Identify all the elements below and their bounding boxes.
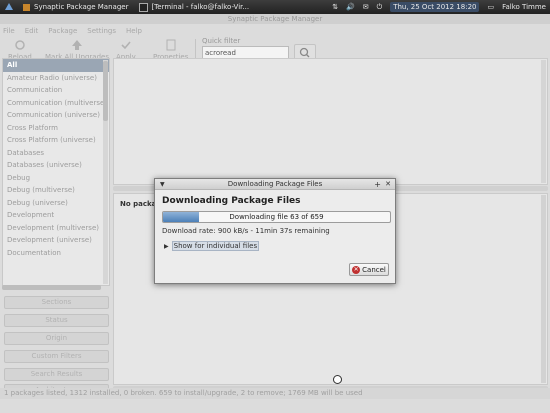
app-menu-icon[interactable] [3, 1, 15, 13]
section-item[interactable]: Cross Platform [3, 122, 109, 135]
quick-filter-label: Quick filter [202, 37, 241, 45]
mail-icon[interactable]: ✉ [363, 3, 369, 11]
section-item[interactable]: Communication (universe) [3, 109, 109, 122]
section-item[interactable]: Databases (universe) [3, 159, 109, 172]
download-rate: Download rate: 900 kB/s - 11min 37s rema… [162, 227, 330, 235]
section-item[interactable]: Debug (multiverse) [3, 184, 109, 197]
progress-text: Downloading file 63 of 659 [229, 213, 324, 221]
properties-icon [165, 39, 177, 51]
menu-edit[interactable]: Edit [25, 27, 39, 35]
section-item[interactable]: Debug [3, 172, 109, 185]
sections-list[interactable]: All Amateur Radio (universe) Communication… [2, 58, 110, 286]
section-item-selected[interactable]: All [3, 59, 109, 72]
clock[interactable]: Thu, 25 Oct 2012 18:20 [390, 2, 480, 12]
dialog-heading: Downloading Package Files [162, 196, 301, 206]
download-progress-bar: Downloading file 63 of 659 [162, 211, 391, 223]
cancel-button[interactable]: ✕ Cancel [349, 263, 389, 276]
section-item[interactable]: Development (universe) [3, 234, 109, 247]
power-icon[interactable]: ⏻ [377, 3, 383, 12]
status-button[interactable]: Status [4, 314, 109, 327]
menu-file[interactable]: File [3, 27, 15, 35]
workspace-icon[interactable]: ▭ [487, 3, 494, 11]
origin-button[interactable]: Origin [4, 332, 109, 345]
sections-button[interactable]: Sections [4, 296, 109, 309]
system-tray: ⇅ 🔊 ✉ ⏻ Thu, 25 Oct 2012 18:20 ▭ Falko T… [328, 0, 550, 14]
network-icon[interactable]: ⇅ [332, 3, 338, 11]
top-panel: Synaptic Package Manager [Terminal - fal… [0, 0, 550, 14]
description-scrollbar[interactable] [541, 195, 546, 383]
section-item[interactable]: Amateur Radio (universe) [3, 72, 109, 85]
busy-cursor [333, 375, 342, 384]
menubar: File Edit Package Settings Help [0, 24, 550, 37]
sidebar-hscrollbar[interactable] [2, 285, 101, 290]
apply-icon [120, 39, 132, 51]
section-item[interactable]: Development (multiverse) [3, 222, 109, 235]
section-item[interactable]: Development [3, 209, 109, 222]
taskbar-synaptic[interactable]: Synaptic Package Manager [18, 1, 132, 13]
close-icon[interactable]: ✕ [385, 179, 391, 190]
synaptic-icon [22, 3, 31, 12]
dialog-titlebar[interactable]: ▼ Downloading Package Files + ✕ [155, 179, 395, 190]
download-dialog: ▼ Downloading Package Files + ✕ Download… [154, 178, 396, 284]
sidebar-scroll-thumb[interactable] [103, 61, 108, 121]
cancel-label: Cancel [362, 265, 386, 274]
taskbar-terminal-label: [Terminal - falko@falko-Vir... [151, 3, 250, 11]
dialog-title: Downloading Package Files [227, 180, 323, 188]
package-list-scrollbar[interactable] [541, 60, 546, 183]
cancel-icon: ✕ [352, 265, 361, 274]
window-menu-icon[interactable]: ▼ [160, 179, 165, 190]
search-results-button[interactable]: Search Results [4, 368, 109, 381]
window-title: Synaptic Package Manager [0, 14, 550, 24]
section-item[interactable]: Cross Platform (universe) [3, 134, 109, 147]
menu-help[interactable]: Help [126, 27, 142, 35]
taskbar-terminal[interactable]: [Terminal - falko@falko-Vir... [135, 1, 253, 13]
custom-filters-button[interactable]: Custom Filters [4, 350, 109, 363]
section-item[interactable]: Debug (universe) [3, 197, 109, 210]
individual-files-expander[interactable]: ▶ Show for individual files [164, 241, 260, 251]
user-name[interactable]: Falko Timme [502, 3, 546, 11]
upgrade-icon [71, 39, 83, 51]
menu-package[interactable]: Package [48, 27, 77, 35]
section-item[interactable]: Databases [3, 147, 109, 160]
section-item[interactable]: Communication [3, 84, 109, 97]
terminal-icon [139, 2, 149, 12]
statusbar: 1 packages listed, 1312 installed, 0 bro… [0, 388, 550, 399]
expander-label: Show for individual files [171, 241, 260, 251]
volume-icon[interactable]: 🔊 [346, 3, 355, 11]
menu-settings[interactable]: Settings [87, 27, 116, 35]
taskbar-synaptic-label: Synaptic Package Manager [34, 3, 129, 11]
reload-icon [14, 39, 26, 51]
expander-arrow-icon: ▶ [164, 242, 169, 250]
section-item[interactable]: Communication (multiverse) [3, 97, 109, 110]
section-item[interactable]: Documentation [3, 247, 109, 260]
maximize-icon[interactable]: + [374, 179, 381, 190]
package-list[interactable] [113, 58, 548, 185]
